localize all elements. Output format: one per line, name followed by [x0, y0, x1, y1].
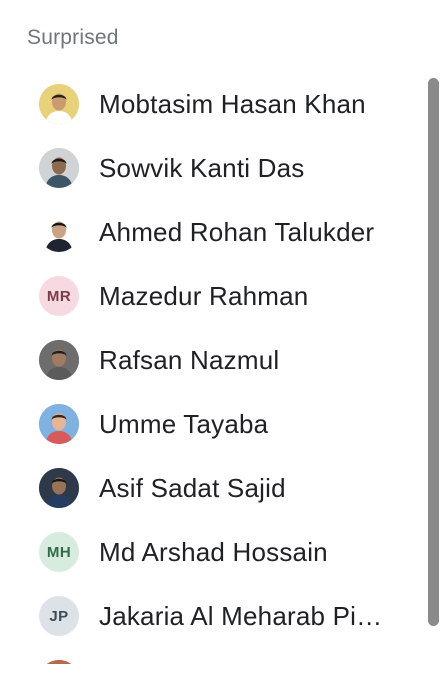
section-title: Surprised [27, 26, 119, 49]
list-item[interactable]: Mobtasim Hasan Khan [0, 72, 425, 136]
list-bottom-edge [0, 664, 442, 686]
user-photo-icon [39, 404, 79, 444]
list-item[interactable]: Asif Sadat Sajid [0, 456, 425, 520]
list-item[interactable]: Ahmed Rohan Talukder [0, 200, 425, 264]
list-item[interactable]: Sowvik Kanti Das [0, 136, 425, 200]
reaction-people-list[interactable]: Mobtasim Hasan Khan Sowvik Kanti Das Ahmed… [0, 72, 442, 668]
avatar-initials: MH [39, 532, 79, 572]
person-name: Jakaria Al Meharab Pi… [99, 600, 383, 631]
list-item[interactable]: MR Mazedur Rahman [0, 264, 425, 328]
person-name: Umme Tayaba [99, 408, 269, 439]
user-photo-icon [39, 148, 79, 188]
avatar-initials: JP [39, 596, 79, 636]
user-photo-icon [39, 468, 79, 508]
person-name: Md Arshad Hossain [99, 536, 328, 567]
list-item[interactable]: Umme Tayaba [0, 392, 425, 456]
person-name: Mazedur Rahman [99, 280, 309, 311]
user-photo-icon [39, 84, 79, 124]
user-photo-icon [39, 340, 79, 380]
list-item[interactable]: MH Md Arshad Hossain [0, 520, 425, 584]
person-name: Rafsan Nazmul [99, 344, 280, 375]
scrollbar-thumb[interactable] [428, 78, 439, 626]
person-name: Asif Sadat Sajid [99, 472, 286, 503]
avatar-initials: MR [39, 276, 79, 316]
person-name: Ahmed Rohan Talukder [99, 216, 375, 247]
person-name: Sowvik Kanti Das [99, 152, 305, 183]
list-item[interactable]: JP Jakaria Al Meharab Pi… [0, 584, 425, 648]
user-photo-icon [39, 212, 79, 252]
list-item[interactable]: Rafsan Nazmul [0, 328, 425, 392]
person-name: Mobtasim Hasan Khan [99, 88, 366, 119]
